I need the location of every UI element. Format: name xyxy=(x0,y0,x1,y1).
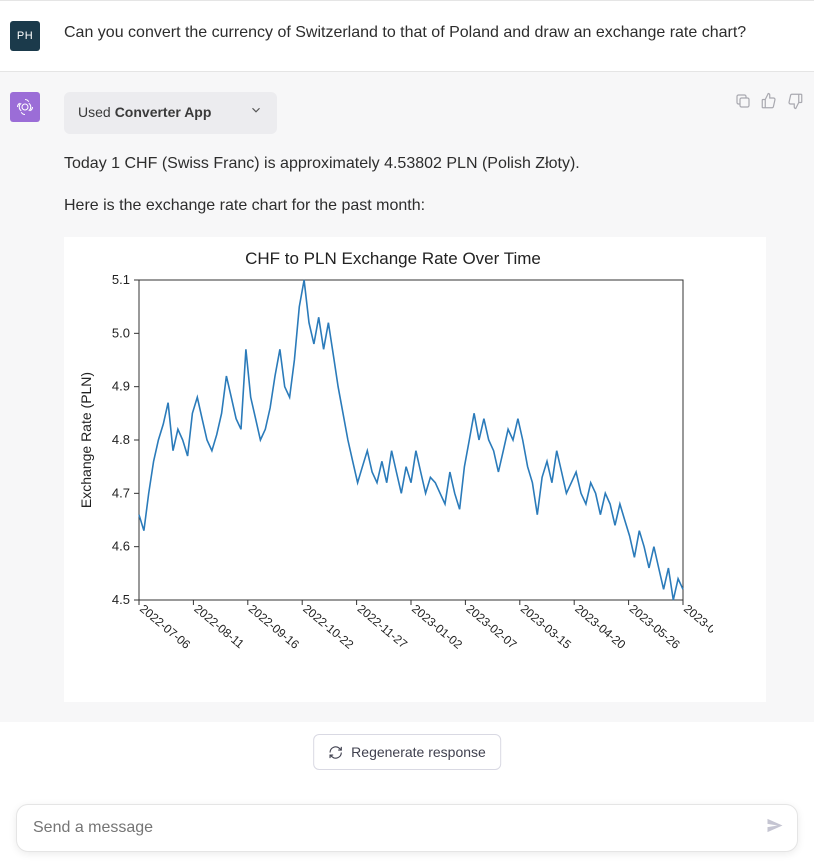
copy-icon[interactable] xyxy=(734,92,752,110)
chevron-down-icon xyxy=(249,102,263,124)
user-avatar-initials: PH xyxy=(17,30,33,42)
assistant-text-1: Today 1 CHF (Swiss Franc) is approximate… xyxy=(64,152,766,177)
svg-text:2022-07-06: 2022-07-06 xyxy=(137,602,193,652)
openai-icon xyxy=(16,98,34,116)
user-message-text: Can you convert the currency of Switzerl… xyxy=(64,21,766,46)
plugin-prefix: Used xyxy=(78,102,111,124)
svg-text:4.8: 4.8 xyxy=(112,432,130,447)
svg-text:2022-10-22: 2022-10-22 xyxy=(300,602,356,652)
assistant-message-content: Used Converter App Today 1 CHF (Swiss Fr… xyxy=(64,92,766,702)
message-input-container xyxy=(16,804,798,852)
message-input[interactable] xyxy=(33,819,747,837)
refresh-icon xyxy=(328,745,343,760)
svg-text:4.6: 4.6 xyxy=(112,539,130,554)
send-icon xyxy=(765,816,785,836)
svg-text:5.0: 5.0 xyxy=(112,326,130,341)
svg-text:2023-02-07: 2023-02-07 xyxy=(463,602,519,652)
user-message-row: PH Can you convert the currency of Switz… xyxy=(0,0,814,71)
svg-text:CHF to PLN Exchange Rate Over: CHF to PLN Exchange Rate Over Time xyxy=(245,249,541,268)
assistant-avatar xyxy=(10,92,40,122)
svg-text:4.7: 4.7 xyxy=(112,486,130,501)
thumbs-up-icon[interactable] xyxy=(760,92,778,110)
regenerate-label: Regenerate response xyxy=(351,744,486,760)
svg-text:2023-05-26: 2023-05-26 xyxy=(627,602,683,652)
assistant-message-row: Used Converter App Today 1 CHF (Swiss Fr… xyxy=(0,71,814,722)
regenerate-button[interactable]: Regenerate response xyxy=(313,734,501,770)
send-button[interactable] xyxy=(765,816,785,841)
plugin-name: Converter App xyxy=(115,102,212,124)
thumbs-down-icon[interactable] xyxy=(786,92,804,110)
user-message-content: Can you convert the currency of Switzerl… xyxy=(64,21,766,51)
svg-text:2023-04-20: 2023-04-20 xyxy=(572,602,628,652)
plugin-used-chip[interactable]: Used Converter App xyxy=(64,92,277,134)
chart-svg: CHF to PLN Exchange Rate Over Time 4.5 4.6… xyxy=(73,244,713,684)
svg-text:4.5: 4.5 xyxy=(112,592,130,607)
message-actions xyxy=(734,92,804,110)
svg-text:2023-03-15: 2023-03-15 xyxy=(518,602,574,652)
assistant-text-2: Here is the exchange rate chart for the … xyxy=(64,194,766,219)
svg-text:2022-08-11: 2022-08-11 xyxy=(191,602,247,652)
svg-text:5.1: 5.1 xyxy=(112,272,130,287)
svg-text:4.9: 4.9 xyxy=(112,379,130,394)
svg-text:2022-09-16: 2022-09-16 xyxy=(246,602,302,652)
svg-text:2023-01-02: 2023-01-02 xyxy=(409,602,465,652)
exchange-rate-chart: CHF to PLN Exchange Rate Over Time 4.5 4.6… xyxy=(64,237,766,702)
svg-text:Exchange Rate (PLN): Exchange Rate (PLN) xyxy=(78,372,94,508)
svg-text:2022-11-27: 2022-11-27 xyxy=(355,602,411,652)
user-avatar: PH xyxy=(10,21,40,51)
svg-text:2023-07-01: 2023-07-01 xyxy=(681,602,713,652)
